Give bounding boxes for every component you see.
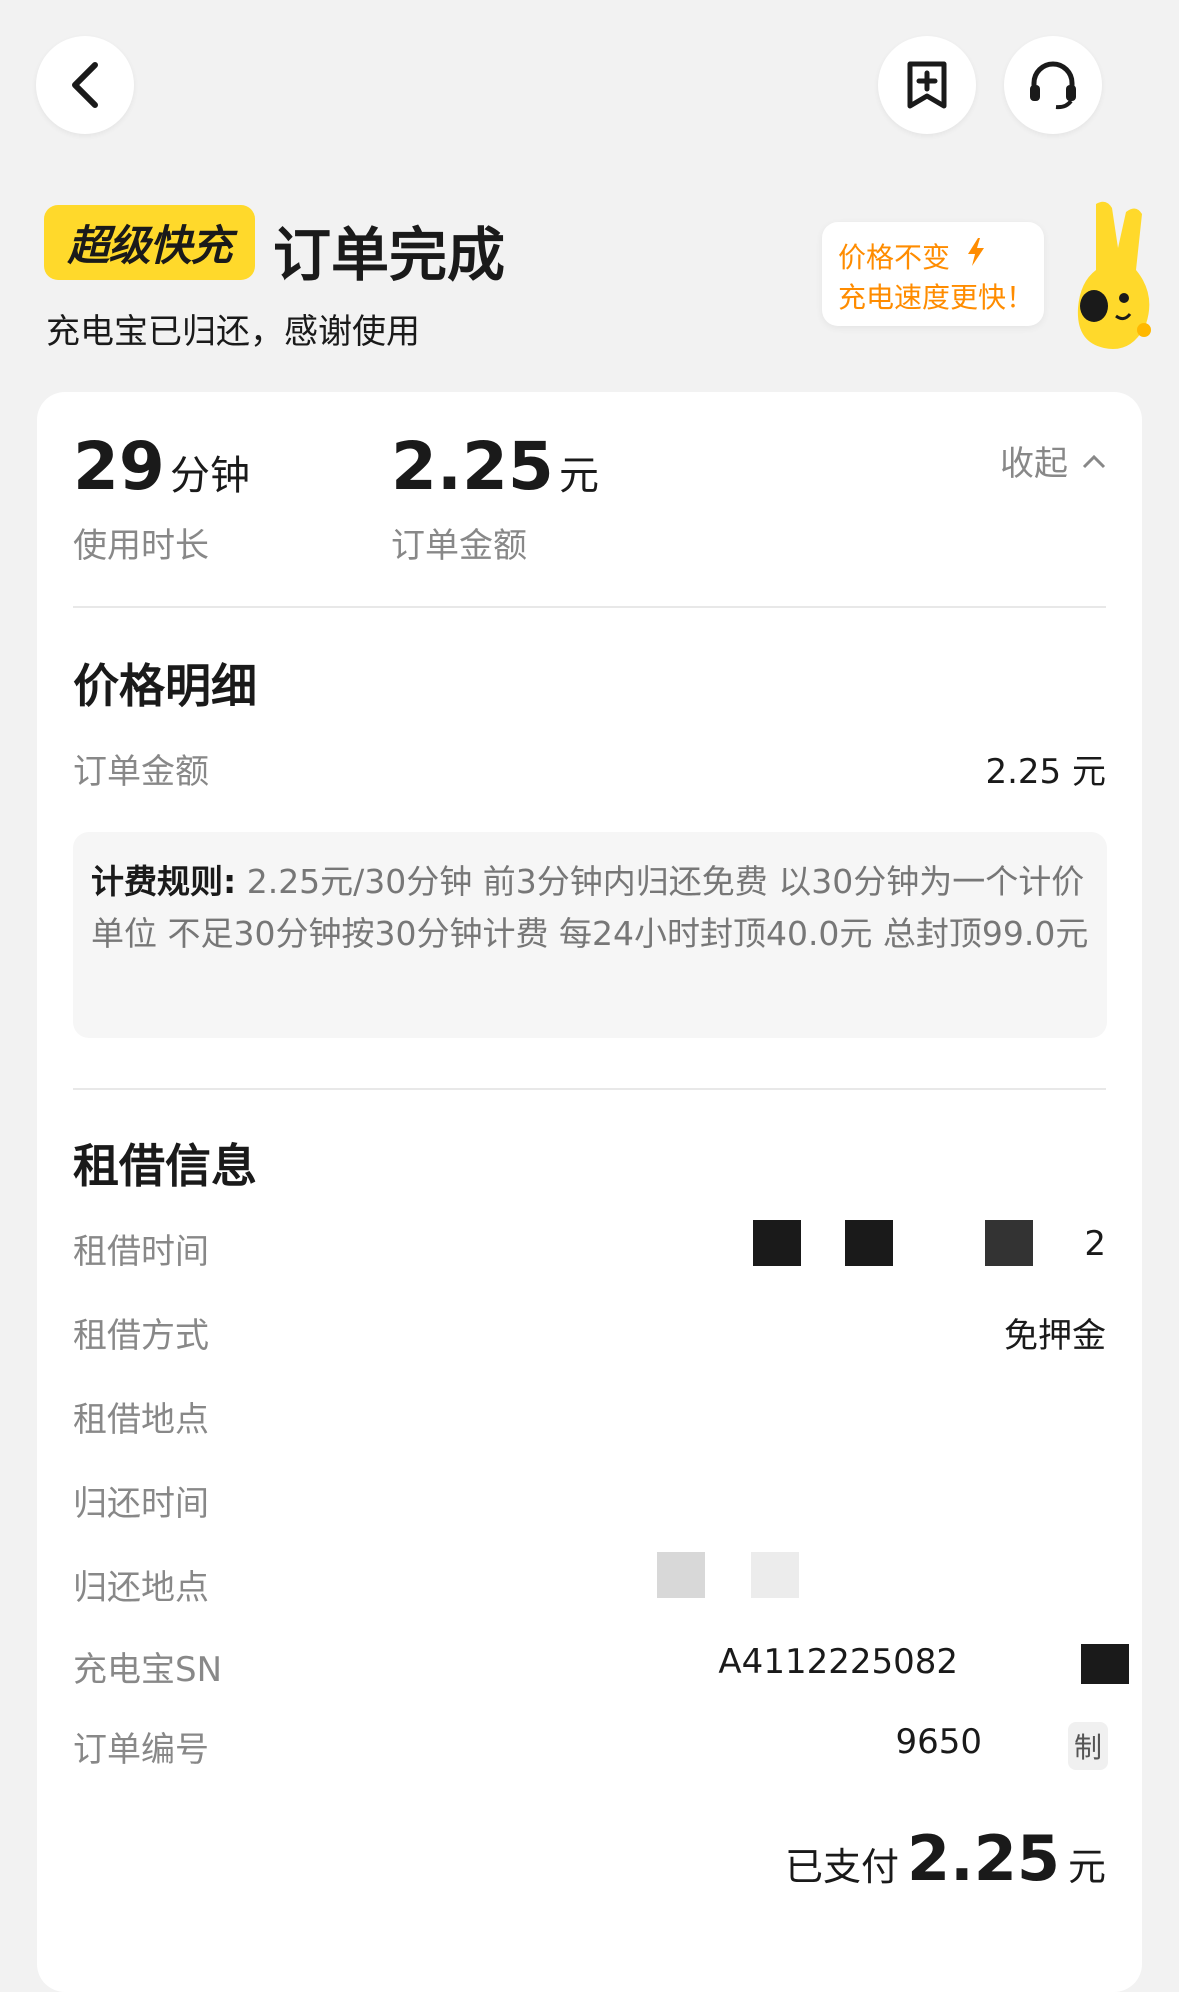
- amount-value: 2.25: [391, 428, 554, 505]
- chevron-up-icon: [1082, 454, 1106, 468]
- return-time-label: 归还时间: [73, 1484, 209, 1524]
- add-note-button[interactable]: [878, 36, 976, 134]
- order-number-value: 9650: [895, 1722, 982, 1762]
- customer-service-button[interactable]: [1004, 36, 1102, 134]
- bookmark-add-icon: [907, 61, 947, 109]
- brand-badge: 超级快充: [44, 205, 255, 280]
- order-card: 29 分钟 使用时长 2.25 元 订单金额 收起 价格明细 订单金额 2.25…: [37, 392, 1142, 1992]
- billing-rules: 计费规则: 2.25元/30分钟 前3分钟内归还免费 以30分钟为一个计价单位 …: [73, 832, 1107, 1038]
- order-number-label: 订单编号: [73, 1730, 209, 1770]
- page-title: 订单完成: [273, 221, 506, 289]
- rental-method-value: 免押金: [1004, 1316, 1106, 1356]
- amount-stat: 2.25 元: [391, 428, 599, 505]
- amount-label: 订单金额: [391, 526, 527, 566]
- mascot-icon: [1077, 201, 1151, 349]
- redaction-mark: [1081, 1644, 1129, 1684]
- rental-info-title: 租借信息: [73, 1139, 257, 1193]
- rental-method-label: 租借方式: [73, 1316, 209, 1356]
- lightning-icon: [968, 238, 984, 266]
- redaction-mark: [657, 1552, 705, 1598]
- redaction-mark: [751, 1552, 799, 1598]
- paid-amount: 已支付 2.25 元: [785, 1822, 1106, 1895]
- redaction-mark: [753, 1220, 801, 1266]
- rental-time-value: 2: [1084, 1224, 1106, 1264]
- duration-value: 29: [73, 428, 165, 505]
- paid-value: 2.25: [907, 1822, 1060, 1895]
- copy-button[interactable]: 制: [1067, 1722, 1108, 1770]
- duration-stat: 29 分钟: [73, 428, 250, 505]
- collapse-toggle[interactable]: 收起: [1000, 436, 1106, 485]
- back-button[interactable]: [36, 36, 134, 134]
- paid-unit: 元: [1067, 1845, 1106, 1889]
- billing-rules-text: 2.25元/30分钟 前3分钟内归还免费 以30分钟为一个计价单位 不足30分钟…: [91, 862, 1089, 953]
- promo-line-1: 价格不变: [838, 241, 951, 274]
- duration-label: 使用时长: [73, 526, 209, 566]
- order-amount-label: 订单金额: [73, 752, 209, 792]
- powerbank-sn-value: A4112225082: [718, 1642, 958, 1682]
- collapse-label: 收起: [1000, 444, 1068, 484]
- return-location-label: 归还地点: [73, 1568, 209, 1608]
- duration-unit: 分钟: [169, 453, 250, 499]
- promo-bubble[interactable]: 价格不变 充电速度更快！: [822, 222, 1044, 326]
- rental-location-label: 租借地点: [73, 1400, 209, 1440]
- promo-line-2: 充电速度更快！: [838, 281, 1035, 314]
- redaction-mark: [845, 1220, 893, 1266]
- divider: [73, 1088, 1106, 1090]
- chevron-left-icon: [72, 62, 98, 108]
- rental-time-label: 租借时间: [73, 1232, 209, 1272]
- headset-icon: [1030, 61, 1076, 110]
- divider: [73, 606, 1106, 608]
- page-subtitle: 充电宝已归还，感谢使用: [46, 312, 420, 352]
- paid-label: 已支付: [784, 1845, 899, 1889]
- order-amount-value: 2.25 元: [985, 752, 1106, 792]
- redaction-mark: [985, 1220, 1033, 1266]
- price-detail-title: 价格明细: [73, 659, 257, 713]
- powerbank-sn-label: 充电宝SN: [73, 1650, 223, 1690]
- amount-unit: 元: [558, 453, 599, 499]
- billing-rules-title: 计费规则:: [91, 862, 237, 901]
